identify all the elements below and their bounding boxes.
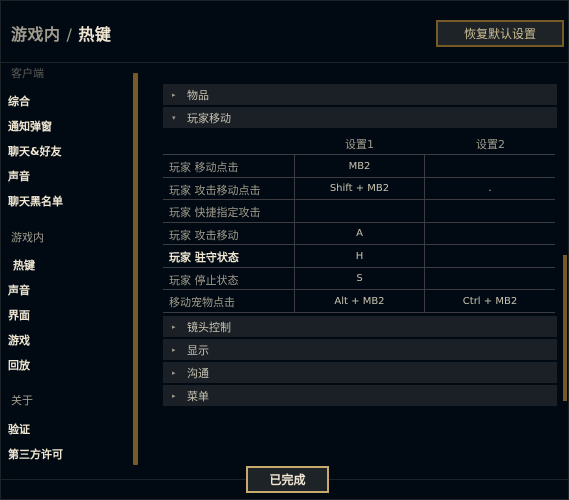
sidebar-group-client: 客户端 [11, 67, 44, 80]
hotkey-setting2-cell[interactable]: . [424, 177, 555, 200]
section-label: 玩家移动 [187, 111, 231, 125]
section-label: 菜单 [187, 389, 209, 403]
table-header: 设置1 设置2 [163, 133, 555, 155]
section-label: 物品 [187, 88, 209, 102]
section-camera-control[interactable]: ▸ 镜头控制 [163, 316, 557, 337]
hotkey-setting1-cell[interactable]: H [294, 245, 424, 267]
sidebar-item-ingame-sound[interactable]: 声音 [8, 282, 30, 298]
sidebar-scrollbar[interactable] [133, 73, 138, 465]
hotkey-setting2-cell[interactable] [424, 155, 555, 177]
hotkey-setting1-cell[interactable] [294, 200, 424, 222]
table-row: 玩家 移动点击 MB2 [163, 155, 555, 178]
header-bar: 游戏内 / 热键 恢复默认设置 [1, 1, 569, 63]
collapsed-arrow-icon: ▸ [172, 90, 176, 99]
section-menu[interactable]: ▸ 菜单 [163, 385, 557, 406]
section-label: 镜头控制 [187, 320, 231, 334]
table-row: 移动宠物点击 Alt + MB2 Ctrl + MB2 [163, 290, 555, 313]
collapsed-arrow-icon: ▸ [172, 368, 176, 377]
collapsed-arrow-icon: ▸ [172, 322, 176, 331]
hotkey-setting1-cell[interactable]: MB2 [294, 155, 424, 177]
breadcrumb-parent[interactable]: 游戏内 [11, 25, 61, 44]
section-player-move[interactable]: ▾ 玩家移动 [163, 107, 557, 128]
table-row: 玩家 停止状态 S [163, 267, 555, 290]
hotkey-name: 玩家 攻击移动 [169, 228, 239, 242]
section-items[interactable]: ▸ 物品 [163, 84, 557, 105]
hotkey-name: 移动宠物点击 [169, 296, 235, 309]
collapsed-arrow-icon: ▸ [172, 345, 176, 354]
hotkey-name: 玩家 移动点击 [169, 161, 239, 174]
section-label: 沟通 [187, 366, 209, 380]
table-row: 玩家 快捷指定攻击 [163, 200, 555, 223]
content-scrollbar[interactable] [563, 255, 567, 401]
hotkey-setting2-cell[interactable] [424, 245, 555, 267]
hotkey-setting2-cell[interactable] [424, 267, 555, 290]
hotkey-name: 玩家 驻守状态 [169, 251, 239, 264]
column-header-setting2: 设置2 [476, 138, 505, 151]
hotkey-name: 玩家 攻击移动点击 [169, 183, 261, 197]
done-button[interactable]: 已完成 [246, 466, 329, 493]
section-communication[interactable]: ▸ 沟通 [163, 362, 557, 383]
sidebar-item-client-sound[interactable]: 声音 [8, 168, 30, 184]
hotkey-setting2-cell[interactable] [424, 200, 555, 222]
reset-defaults-button[interactable]: 恢复默认设置 [436, 20, 564, 47]
sidebar-item-verification[interactable]: 验证 [8, 421, 30, 437]
hotkey-settings-window: 游戏内 / 热键 恢复默认设置 客户端 综合 通知弹窗 聊天&好友 声音 聊天黑名单… [0, 0, 569, 500]
sidebar-item-notifications[interactable]: 通知弹窗 [8, 118, 52, 134]
table-row: 玩家 驻守状态 H [163, 245, 555, 268]
sidebar-item-replay[interactable]: 回放 [8, 357, 30, 373]
sidebar-item-interface[interactable]: 界面 [8, 307, 30, 323]
hotkey-setting1-cell[interactable]: A [294, 222, 424, 245]
footer-divider-left [1, 479, 246, 480]
sidebar-group-ingame: 游戏内 [11, 231, 44, 244]
table-row: 玩家 攻击移动点击 Shift + MB2 . [163, 177, 555, 200]
hotkey-setting1-cell[interactable]: S [294, 267, 424, 290]
page-title: 游戏内 / 热键 [11, 21, 111, 45]
breadcrumb-separator: / [66, 25, 73, 44]
hotkey-name: 玩家 停止状态 [169, 273, 239, 287]
sidebar-item-general[interactable]: 综合 [8, 93, 30, 109]
hotkey-setting2-cell[interactable] [424, 222, 555, 245]
table-row: 玩家 攻击移动 A [163, 222, 555, 245]
breadcrumb-current: 热键 [78, 25, 112, 44]
hotkey-setting2-cell[interactable]: Ctrl + MB2 [424, 290, 555, 312]
collapsed-arrow-icon: ▸ [172, 391, 176, 400]
expanded-arrow-icon: ▾ [172, 113, 176, 122]
sidebar-item-third-party-licenses[interactable]: 第三方许可 [8, 446, 63, 462]
section-label: 显示 [187, 343, 209, 357]
sidebar-item-game[interactable]: 游戏 [8, 332, 30, 348]
sidebar-item-chat-friends[interactable]: 聊天&好友 [8, 143, 62, 159]
sidebar-group-about: 关于 [11, 394, 33, 407]
sidebar-item-chat-blacklist[interactable]: 聊天黑名单 [8, 193, 63, 209]
hotkey-setting1-cell[interactable]: Alt + MB2 [294, 290, 424, 312]
sidebar-item-hotkeys[interactable]: 热键 [13, 257, 35, 273]
hotkey-setting1-cell[interactable]: Shift + MB2 [294, 177, 424, 200]
footer-divider-right [329, 479, 569, 480]
column-header-setting1: 设置1 [345, 138, 374, 151]
hotkey-name: 玩家 快捷指定攻击 [169, 206, 261, 219]
section-display[interactable]: ▸ 显示 [163, 339, 557, 360]
hotkey-content-panel: ▸ 物品 ▾ 玩家移动 设置1 设置2 玩家 移动点击 MB2 玩家 攻击移动点… [163, 63, 559, 467]
